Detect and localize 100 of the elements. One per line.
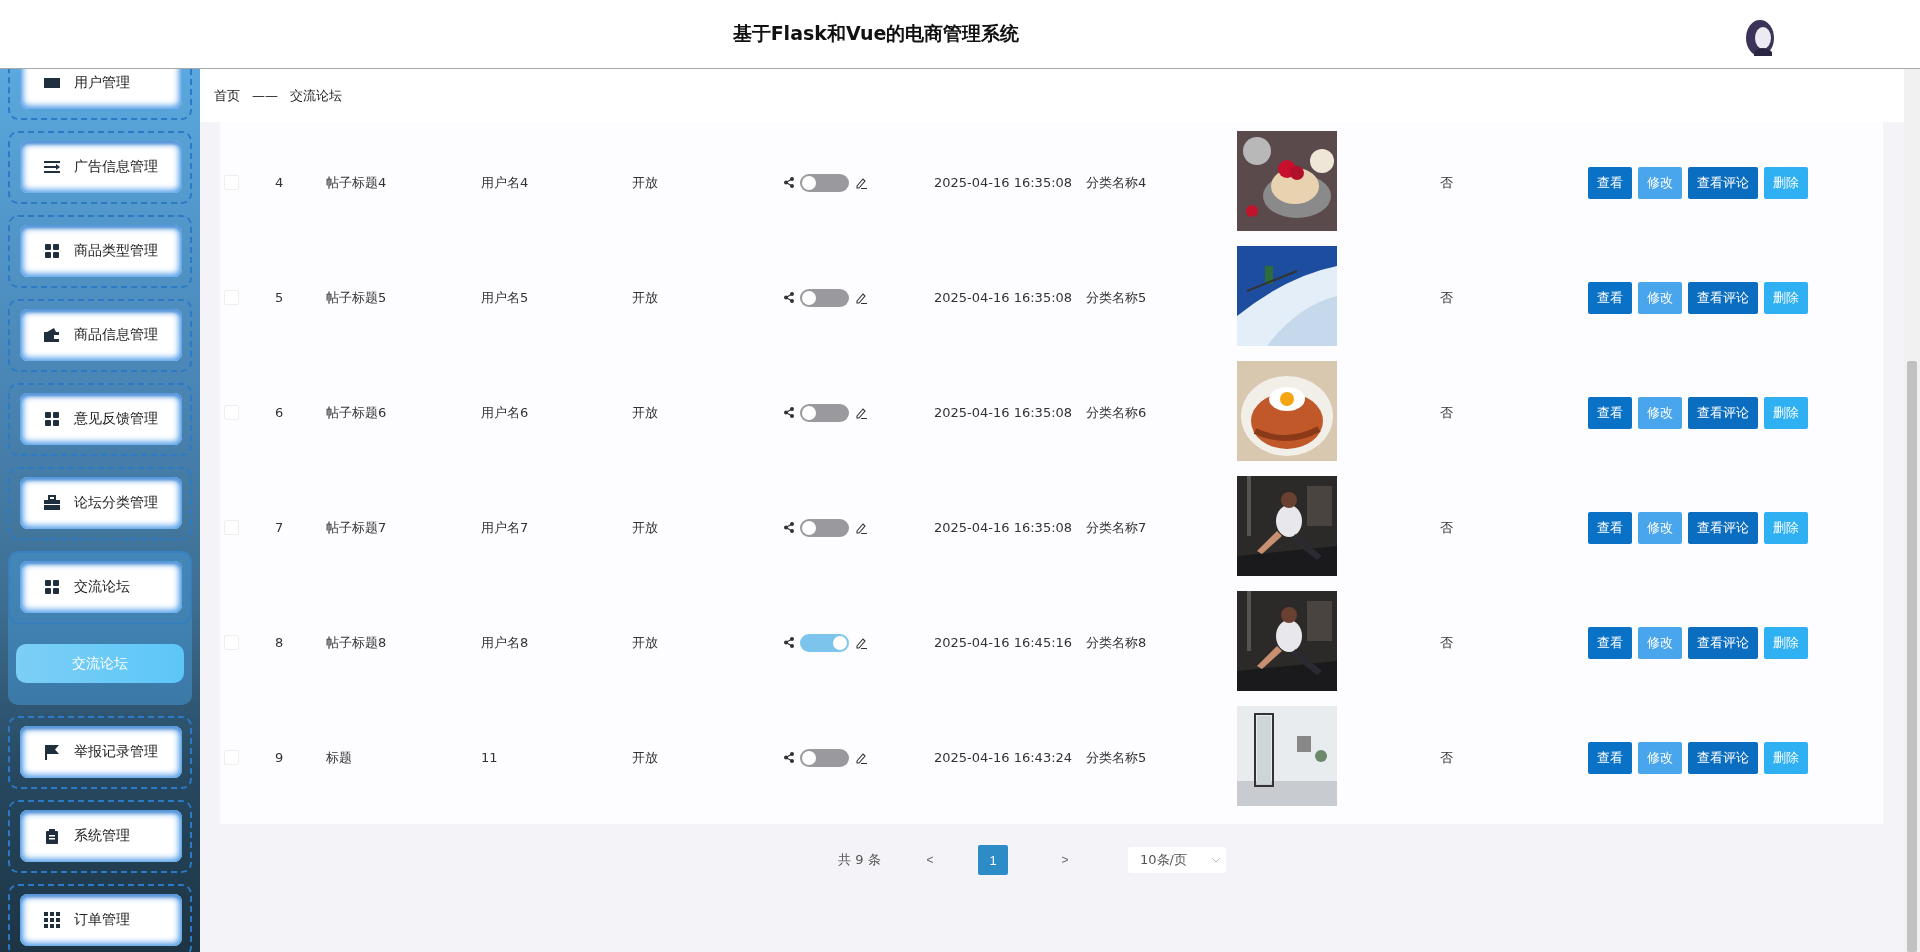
- table-cell: 帖子标题6: [326, 404, 387, 420]
- grid-icon: [44, 411, 60, 427]
- menu-item[interactable]: 商品类型管理: [20, 225, 182, 277]
- toggle-switch[interactable]: [800, 633, 849, 652]
- menu-item[interactable]: 用户管理: [20, 69, 182, 109]
- menu-item[interactable]: 商品信息管理: [20, 309, 182, 361]
- menu-item[interactable]: 广告信息管理: [20, 141, 182, 193]
- pencil-icon: [855, 176, 867, 189]
- table-cell: 否: [1440, 174, 1453, 190]
- action-button[interactable]: 查看: [1588, 166, 1632, 199]
- pencil-icon: [855, 636, 867, 649]
- action-button[interactable]: 查看评论: [1688, 166, 1758, 199]
- table-cell: 11: [481, 750, 498, 765]
- pencil-icon: [855, 521, 867, 534]
- total-count: 共 9 条: [838, 851, 882, 869]
- table-cell: 2025-04-16 16:35:08: [934, 520, 1073, 535]
- pencil-icon: [855, 291, 867, 304]
- table-cell: 帖子标题7: [326, 519, 387, 535]
- share-icon: [784, 177, 794, 188]
- table-cell: 用户名6: [481, 404, 529, 420]
- share-icon: [784, 292, 794, 303]
- scrollbar-thumb[interactable]: [1907, 361, 1917, 952]
- table-cell: 帖子标题5: [326, 289, 387, 305]
- row-index: 6: [275, 405, 284, 420]
- action-button[interactable]: 查看: [1588, 396, 1632, 429]
- menu-item[interactable]: 举报记录管理: [20, 726, 182, 778]
- menu-item[interactable]: 系统管理: [20, 810, 182, 862]
- table-cell: 2025-04-16 16:35:08: [934, 175, 1073, 190]
- share-icon: [784, 522, 794, 533]
- table-cell: 2025-04-16 16:45:16: [934, 635, 1073, 650]
- briefcase-icon: [44, 495, 60, 511]
- table-cell: 用户名5: [481, 289, 529, 305]
- table-cell: 否: [1440, 749, 1453, 765]
- clipboard-icon: [44, 828, 60, 844]
- grid-icon: [44, 579, 60, 595]
- menu-item[interactable]: 交流论坛: [20, 561, 182, 613]
- breadcrumb-separator: ——: [252, 88, 278, 103]
- table-cell: 2025-04-16 16:35:08: [934, 405, 1073, 420]
- page-button[interactable]: 1: [978, 845, 1008, 875]
- action-button[interactable]: 查看: [1588, 741, 1632, 774]
- table-cell: 开放: [632, 749, 658, 765]
- grid-icon: [44, 912, 60, 928]
- table-cell: 否: [1440, 519, 1453, 535]
- table-cell: 开放: [632, 519, 658, 535]
- action-button[interactable]: 查看评论: [1688, 626, 1758, 659]
- table-cell: 开放: [632, 404, 658, 420]
- table-cell: 开放: [632, 174, 658, 190]
- page-size-select[interactable]: 10条/页: [1128, 847, 1226, 873]
- row-index: 9: [275, 750, 284, 765]
- menu-item[interactable]: 意见反馈管理: [20, 393, 182, 445]
- table-cell: 开放: [632, 634, 658, 650]
- toggle-switch[interactable]: [800, 518, 849, 537]
- table-cell: 否: [1440, 404, 1453, 420]
- table-cell: 分类名称4: [1086, 174, 1147, 190]
- action-button[interactable]: 查看评论: [1688, 396, 1758, 429]
- table-cell: 2025-04-16 16:43:24: [934, 750, 1073, 765]
- toggle-switch[interactable]: [800, 288, 849, 307]
- prev-page-button[interactable]: <: [920, 853, 940, 867]
- menu-item[interactable]: 论坛分类管理: [20, 477, 182, 529]
- table-cell: 分类名称5: [1086, 749, 1147, 765]
- flag-icon: [44, 744, 60, 760]
- row-index: 5: [275, 290, 284, 305]
- action-button[interactable]: 查看: [1588, 511, 1632, 544]
- table-cell: 帖子标题8: [326, 634, 387, 650]
- action-button[interactable]: 查看评论: [1688, 281, 1758, 314]
- chevron-down-icon: [1212, 857, 1220, 863]
- toggle-switch[interactable]: [800, 173, 849, 192]
- menu-item[interactable]: 订单管理: [20, 894, 182, 946]
- row-index: 8: [275, 635, 284, 650]
- table-cell: 分类名称6: [1086, 404, 1147, 420]
- table-cell: 分类名称8: [1086, 634, 1147, 650]
- grid-icon: [44, 243, 60, 259]
- share-icon: [784, 752, 794, 763]
- table-cell: 用户名4: [481, 174, 529, 190]
- table-cell: 分类名称7: [1086, 519, 1147, 535]
- toggle-switch[interactable]: [800, 403, 849, 422]
- action-button[interactable]: 查看: [1588, 626, 1632, 659]
- share-icon: [784, 637, 794, 648]
- table-cell: 分类名称5: [1086, 289, 1147, 305]
- next-page-button[interactable]: >: [1055, 853, 1075, 867]
- action-button[interactable]: 查看评论: [1688, 511, 1758, 544]
- pencil-icon: [855, 406, 867, 419]
- table-cell: 2025-04-16 16:35:08: [934, 290, 1073, 305]
- breadcrumb-item[interactable]: 首页: [214, 86, 240, 105]
- breadcrumb-item: 交流论坛: [290, 86, 342, 105]
- app-title: 基于Flask和Vue的电商管理系统: [732, 21, 1020, 46]
- table-cell: 标题: [326, 749, 352, 765]
- table-cell: 用户名7: [481, 519, 529, 535]
- table-cell: 用户名8: [481, 634, 529, 650]
- list-icon: [44, 159, 60, 175]
- toggle-switch[interactable]: [800, 748, 849, 767]
- row-index: 7: [275, 520, 284, 535]
- row-index: 4: [275, 175, 284, 190]
- table-cell: 开放: [632, 289, 658, 305]
- action-button[interactable]: 查看评论: [1688, 741, 1758, 774]
- pencil-icon: [855, 751, 867, 764]
- action-button[interactable]: 查看: [1588, 281, 1632, 314]
- table-cell: 帖子标题4: [326, 174, 387, 190]
- table-cell: 否: [1440, 634, 1453, 650]
- share-icon: [784, 407, 794, 418]
